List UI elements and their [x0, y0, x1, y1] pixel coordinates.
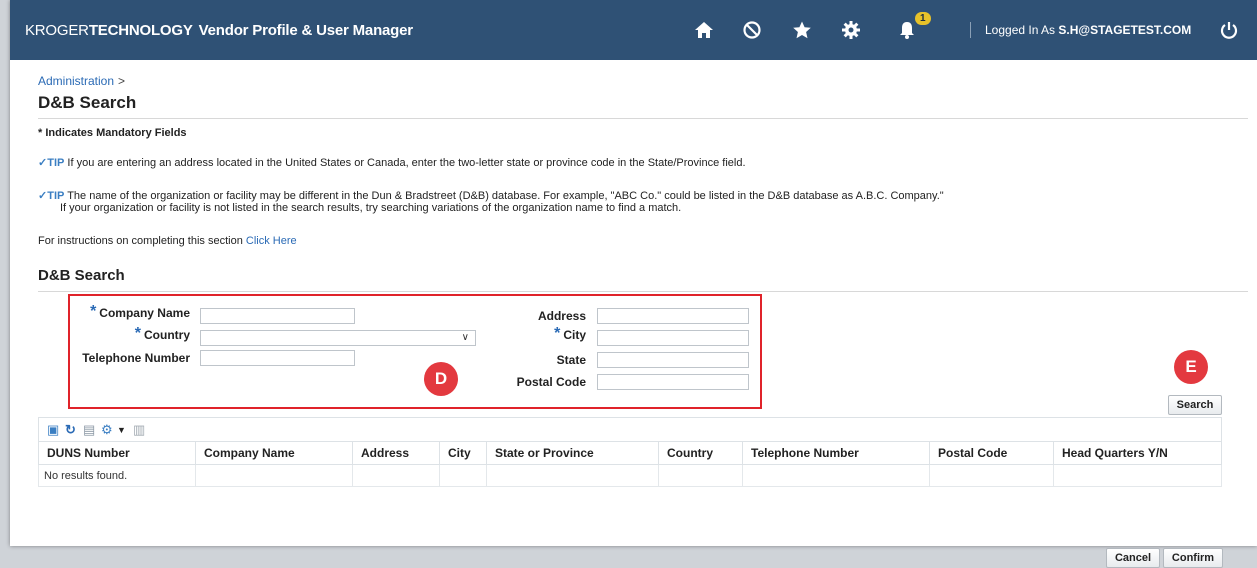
column-city[interactable]: City [439, 441, 487, 465]
logged-in-user: S.H@STAGETEST.COM [1058, 23, 1192, 37]
star-icon[interactable] [790, 18, 814, 42]
mandatory-note: * Indicates Mandatory Fields [38, 127, 187, 139]
instructions-text: For instructions on completing this sect… [38, 235, 297, 247]
caret-down-icon[interactable]: ▼ [117, 425, 126, 435]
breadcrumb-administration[interactable]: Administration [38, 74, 114, 88]
divider [970, 22, 971, 38]
cancel-button[interactable]: Cancel [1106, 548, 1160, 568]
home-icon[interactable] [692, 18, 716, 42]
column-head-quarters[interactable]: Head Quarters Y/N [1053, 441, 1222, 465]
breadcrumb: Administration > [38, 74, 126, 88]
address-input[interactable] [597, 308, 749, 324]
tip-state-code: ✓TIP If you are entering an address loca… [38, 157, 746, 169]
country-label: * Country [134, 325, 190, 343]
title-divider [38, 118, 1248, 119]
freeze-icon[interactable]: ▤ [83, 422, 95, 438]
table-row: No results found. [38, 464, 1222, 487]
annotation-marker-e: E [1174, 350, 1208, 384]
telephone-input[interactable] [200, 350, 355, 366]
tip-check-icon: ✓TIP [38, 157, 65, 169]
tip-check-icon: ✓TIP [38, 190, 65, 202]
empty-message: No results found. [38, 464, 196, 487]
column-country[interactable]: Country [658, 441, 743, 465]
app-title: Vendor Profile & User Manager [198, 22, 413, 39]
column-company-name[interactable]: Company Name [195, 441, 353, 465]
notification-badge: 1 [915, 12, 931, 25]
detach-icon[interactable]: ▣ [47, 422, 59, 438]
gear-icon[interactable]: ⚙ [101, 422, 113, 438]
table-header-row: DUNS Number Company Name Address City St… [38, 441, 1222, 465]
postal-code-input[interactable] [597, 374, 749, 390]
click-here-link[interactable]: Click Here [246, 235, 297, 247]
confirm-button[interactable]: Confirm [1163, 548, 1223, 568]
column-duns-number[interactable]: DUNS Number [38, 441, 196, 465]
refresh-icon[interactable]: ↻ [65, 422, 76, 438]
column-address[interactable]: Address [352, 441, 440, 465]
results-table: DUNS Number Company Name Address City St… [38, 441, 1222, 487]
state-label: State [556, 353, 586, 367]
top-bar: KROGERTECHNOLOGY Vendor Profile & User Ma… [10, 0, 1257, 60]
annotation-marker-d: D [424, 362, 458, 396]
company-name-input[interactable] [200, 308, 355, 324]
section-title: D&B Search [38, 267, 125, 284]
column-telephone-number[interactable]: Telephone Number [742, 441, 930, 465]
logged-in-status: Logged In As S.H@STAGETEST.COM [985, 23, 1192, 37]
address-label: Address [537, 309, 586, 323]
gear-icon[interactable] [839, 18, 863, 42]
telephone-label: Telephone Number [82, 351, 190, 365]
tip-organization-name: ✓TIP The name of the organization or fac… [38, 190, 944, 214]
page-title: D&B Search [38, 93, 137, 112]
column-state-province[interactable]: State or Province [486, 441, 659, 465]
postal-code-label: Postal Code [516, 375, 586, 389]
city-input[interactable] [597, 330, 749, 346]
chevron-down-icon: ∨ [461, 332, 469, 343]
prohibited-icon[interactable] [740, 18, 764, 42]
state-input[interactable] [597, 352, 749, 368]
company-name-label: * Company Name [90, 303, 190, 321]
search-button[interactable]: Search [1168, 395, 1222, 415]
app-window: KROGERTECHNOLOGY Vendor Profile & User Ma… [10, 0, 1257, 568]
table-toolbar: ▣ ↻ ▤ ⚙ ▼ ▥ [38, 417, 1222, 441]
main-content: Administration > D&B Search * Indicates M… [10, 60, 1257, 568]
city-label: * City [554, 325, 586, 343]
column-postal-code[interactable]: Postal Code [929, 441, 1054, 465]
brand-logo: KROGERTECHNOLOGY Vendor Profile & User Ma… [25, 22, 413, 39]
columns-icon[interactable]: ▥ [133, 422, 145, 438]
section-divider [38, 291, 1248, 292]
country-select[interactable]: ∨ [200, 330, 476, 346]
power-icon[interactable] [1217, 18, 1241, 42]
